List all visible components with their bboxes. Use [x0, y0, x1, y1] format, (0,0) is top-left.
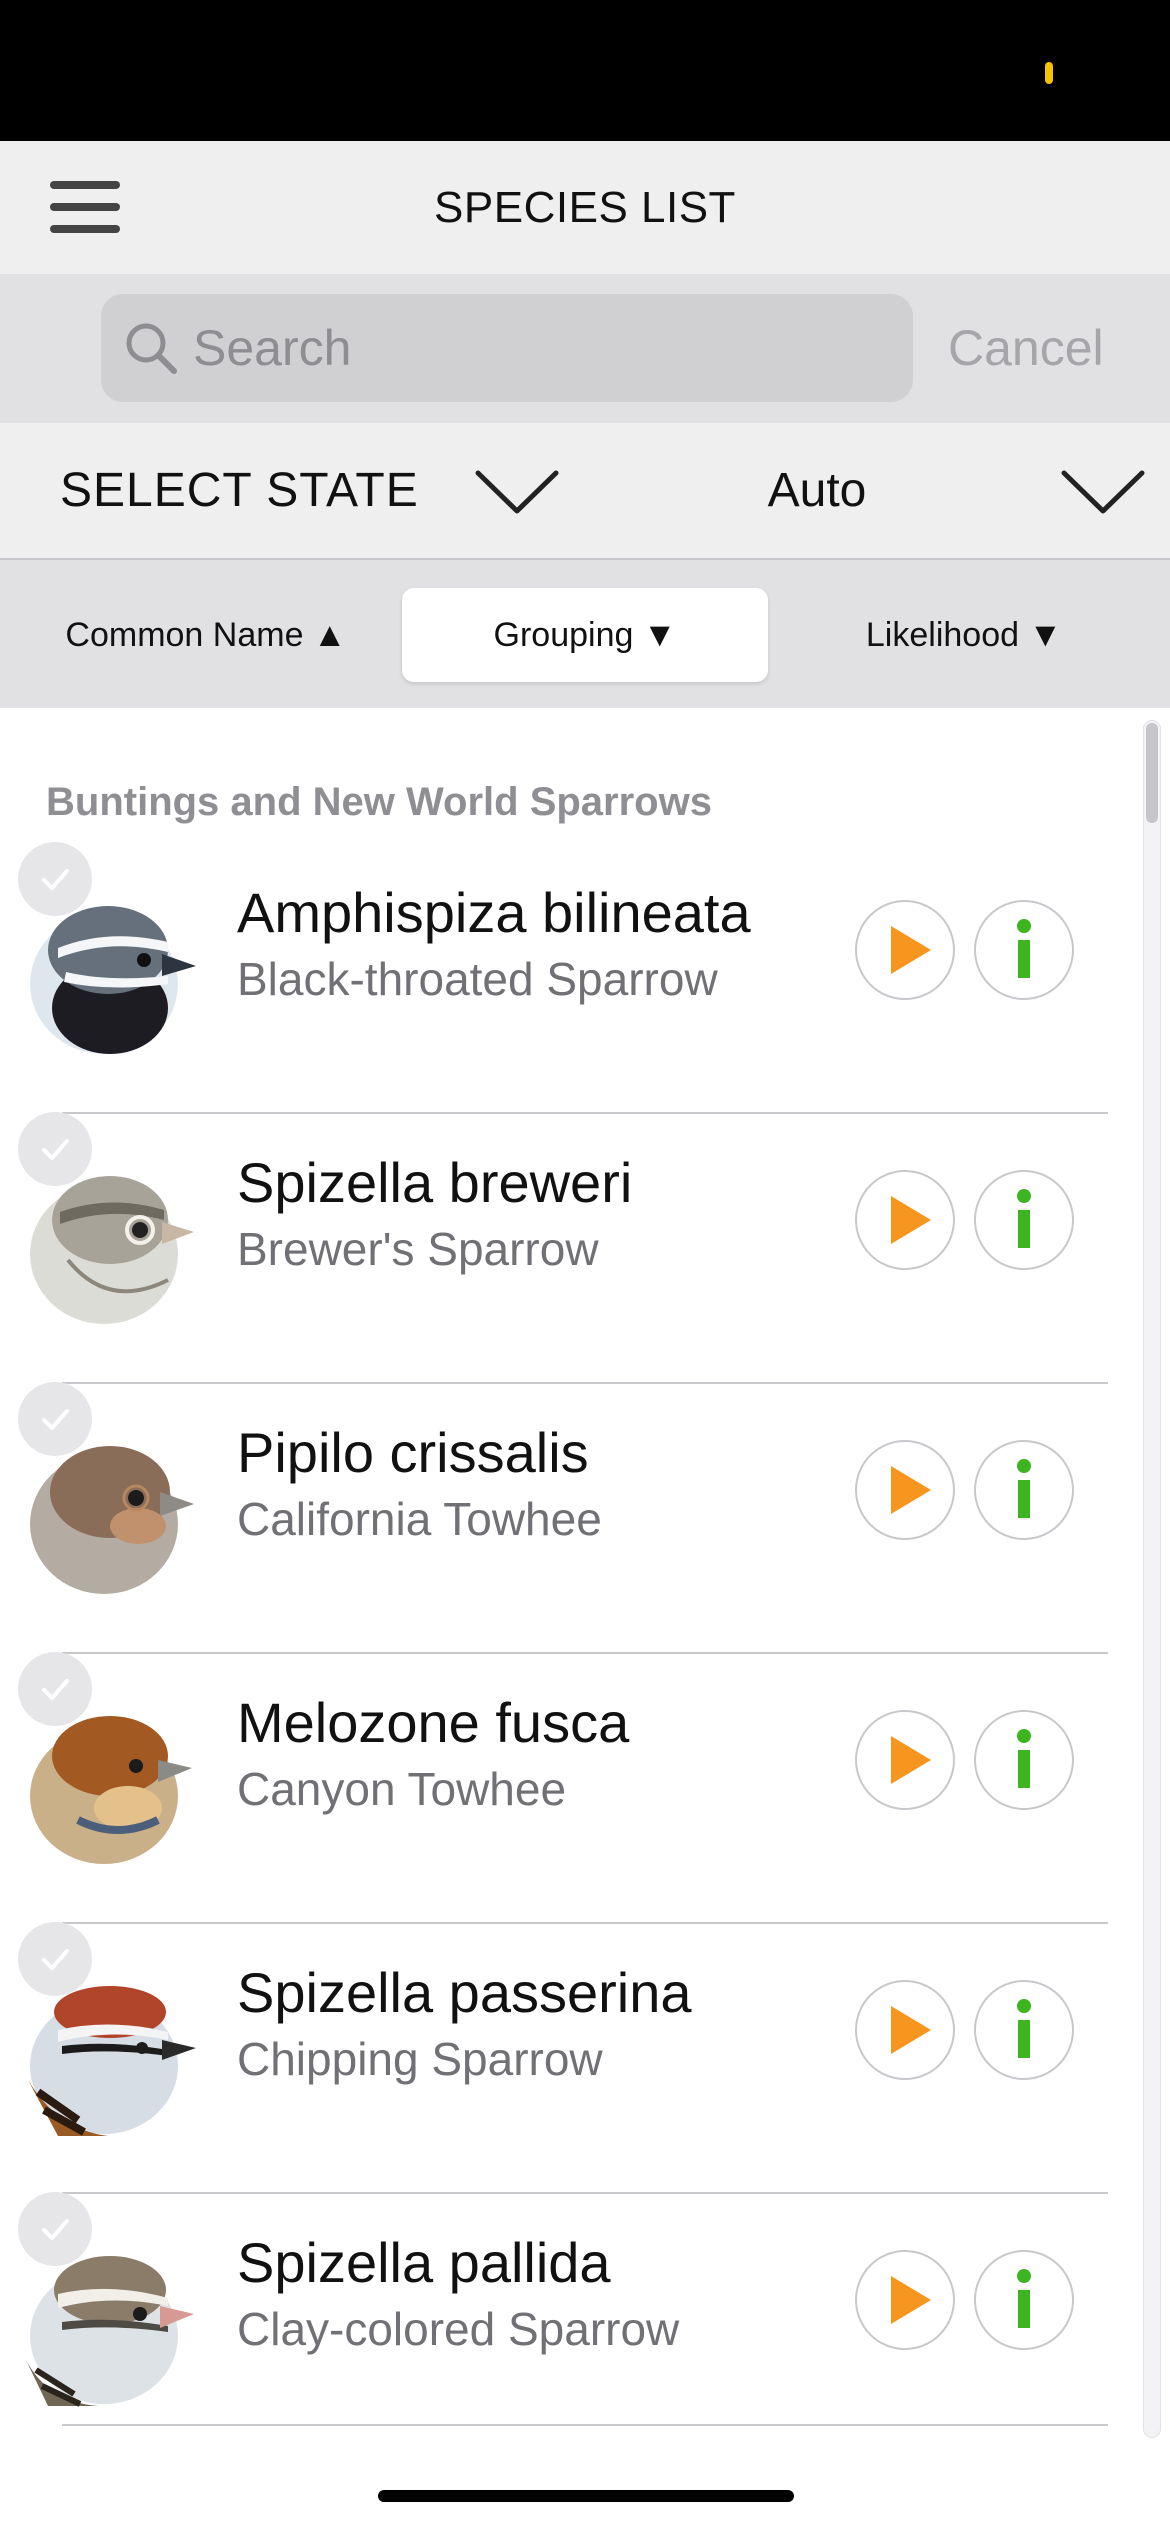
bird-thumbnail — [30, 1716, 192, 1864]
play-button[interactable] — [855, 1710, 955, 1810]
sort-grouping-button[interactable]: Grouping ▼ — [402, 588, 768, 682]
info-icon — [1017, 1999, 1031, 2058]
common-name: Chipping Sparrow — [237, 2033, 603, 2085]
play-button[interactable] — [855, 1980, 955, 2080]
search-bar: Cancel — [0, 274, 1170, 423]
chevron-down-icon[interactable] — [474, 467, 560, 517]
play-icon — [891, 2006, 931, 2054]
info-button[interactable] — [974, 1980, 1074, 2080]
nav-bar: SPECIES LIST — [0, 141, 1170, 274]
common-name: California Towhee — [237, 1493, 602, 1545]
info-icon — [1017, 1729, 1031, 1788]
bird-thumbnail — [28, 1986, 196, 2136]
select-state-label[interactable]: SELECT STATE — [60, 423, 419, 558]
status-indicator-icon — [1045, 62, 1053, 84]
search-icon — [126, 323, 177, 374]
list-item[interactable]: Spizella passerina Chipping Sparrow — [0, 1922, 1140, 2192]
search-field[interactable] — [101, 294, 913, 402]
scientific-name: Spizella pallida — [237, 2231, 611, 2294]
common-name: Canyon Towhee — [237, 1763, 567, 1815]
play-button[interactable] — [855, 900, 955, 1000]
sort-common-name-button[interactable]: Common Name ▲ — [28, 588, 384, 682]
list-item[interactable]: Pipilo crissalis California Towhee — [0, 1382, 1140, 1652]
state-selector-bar: SELECT STATE Auto — [0, 423, 1170, 560]
list-item[interactable]: Amphispiza bilineata Black-throated Spar… — [0, 842, 1140, 1112]
scientific-name: Spizella passerina — [237, 1961, 692, 2024]
play-button[interactable] — [855, 1170, 955, 1270]
hamburger-menu-icon[interactable] — [48, 177, 122, 237]
info-button[interactable] — [974, 1440, 1074, 1540]
sort-likelihood-button[interactable]: Likelihood ▼ — [786, 588, 1142, 682]
status-bar — [0, 0, 1170, 141]
info-icon — [1017, 1189, 1031, 1248]
info-icon — [1017, 1459, 1031, 1518]
play-icon — [891, 1466, 931, 1514]
scientific-name: Melozone fusca — [237, 1691, 630, 1754]
bird-thumbnail — [30, 1446, 194, 1594]
cancel-button[interactable]: Cancel — [948, 294, 1128, 402]
play-button[interactable] — [855, 2250, 955, 2350]
play-icon — [891, 1736, 931, 1784]
scrollbar[interactable] — [1143, 720, 1161, 2438]
list-item[interactable]: Spizella pallida Clay-colored Sparrow — [0, 2192, 1140, 2462]
play-icon — [891, 926, 931, 974]
bird-thumbnail — [30, 906, 196, 1054]
scientific-name: Pipilo crissalis — [237, 1421, 589, 1484]
play-icon — [891, 1196, 931, 1244]
chevron-down-icon[interactable] — [1060, 467, 1146, 517]
common-name: Black-throated Sparrow — [237, 953, 718, 1005]
row-divider — [62, 2424, 1108, 2426]
scientific-name: Spizella breweri — [237, 1151, 633, 1214]
play-button[interactable] — [855, 1440, 955, 1540]
home-indicator[interactable] — [378, 2490, 794, 2502]
info-button[interactable] — [974, 900, 1074, 1000]
species-list[interactable]: Buntings and New World Sparrows Amphispi… — [0, 708, 1170, 2450]
scrollbar-thumb[interactable] — [1146, 723, 1158, 823]
info-button[interactable] — [974, 2250, 1074, 2350]
list-item[interactable]: Melozone fusca Canyon Towhee — [0, 1652, 1140, 1922]
info-icon — [1017, 2269, 1031, 2328]
common-name: Clay-colored Sparrow — [237, 2303, 680, 2355]
info-button[interactable] — [974, 1710, 1074, 1810]
info-icon — [1017, 919, 1031, 978]
list-item[interactable]: Spizella breweri Brewer's Sparrow — [0, 1112, 1140, 1382]
scientific-name: Amphispiza bilineata — [237, 881, 751, 944]
bird-thumbnail — [26, 2256, 194, 2407]
bird-thumbnail — [30, 1176, 194, 1324]
sort-bar: Common Name ▲ Grouping ▼ Likelihood ▼ — [0, 560, 1170, 708]
state-value[interactable]: Auto — [700, 423, 934, 558]
info-button[interactable] — [974, 1170, 1074, 1270]
page-title: SPECIES LIST — [434, 183, 736, 232]
search-input[interactable] — [193, 294, 893, 402]
section-header: Buntings and New World Sparrows — [46, 780, 712, 824]
common-name: Brewer's Sparrow — [237, 1223, 599, 1275]
play-icon — [891, 2276, 931, 2324]
